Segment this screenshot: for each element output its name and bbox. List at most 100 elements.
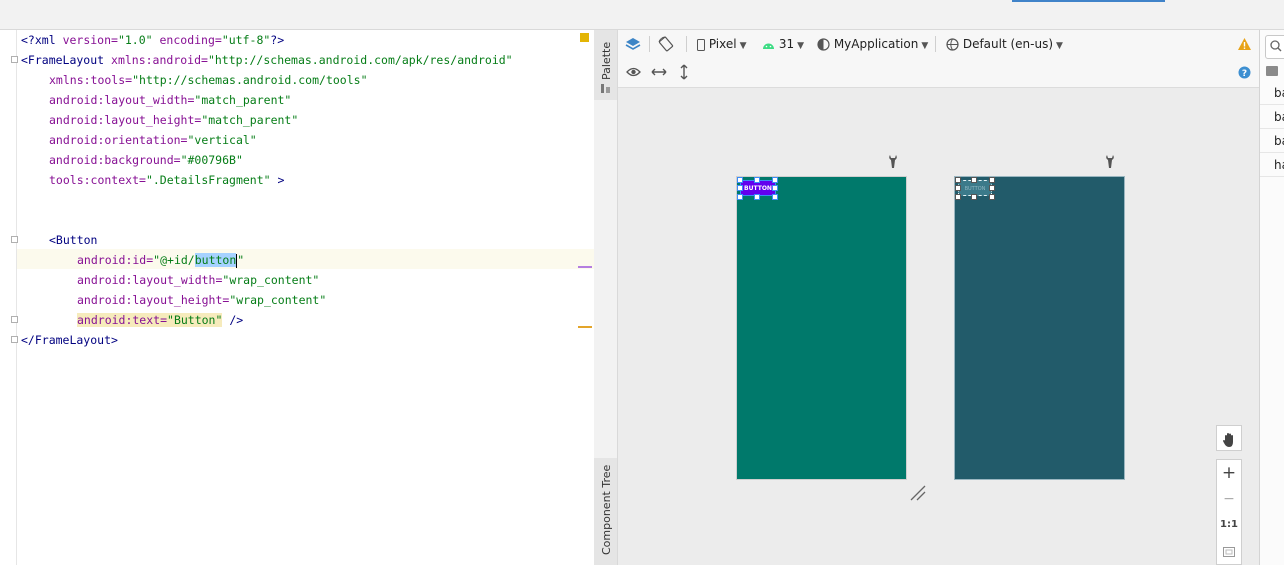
code-token: <? [21,33,35,47]
resize-handle[interactable] [737,177,743,183]
resize-handle[interactable] [772,177,778,183]
top-tab-strip [0,0,1284,30]
zoom-controls: + − 1:1 [1216,459,1242,565]
attributes-panel: ba ba ba ha [1259,30,1284,565]
palette-icon [601,84,610,93]
active-tab-indicator [1012,0,1165,2]
code-token: android:id= [77,253,154,267]
resize-handle[interactable] [989,194,995,200]
device-resize-handle-icon[interactable] [909,484,927,502]
attribute-row[interactable]: ba [1260,130,1284,153]
code-token: "wrap_content" [222,273,320,287]
code-token: "1.0" [117,33,153,47]
fit-screen-icon [1223,546,1235,557]
scrollbar-change-marker[interactable] [578,266,592,268]
editor-gutter [0,30,17,565]
scrollbar-warning-marker[interactable] [578,326,592,328]
help-icon[interactable]: ? [1238,66,1251,79]
resize-handle[interactable] [955,194,961,200]
code-line-15[interactable]: android:text="Button" /> [77,310,243,330]
zoom-actual-size-button[interactable]: 1:1 [1217,512,1241,538]
api-level-selector[interactable]: 31 ▼ [762,30,804,58]
code-token: <FrameLayout [21,53,105,67]
attribute-row[interactable]: ha [1260,154,1284,177]
attribute-row[interactable]: ba [1260,106,1284,129]
code-token: xmlns:android= [104,53,208,67]
code-token: "match_parent" [201,113,299,127]
resize-handle[interactable] [737,185,743,191]
code-line-3[interactable]: xmlns:tools="http://schemas.android.com/… [49,70,368,90]
resize-handle[interactable] [772,194,778,200]
design-surface[interactable]: Pixel ▼ 31 ▼ MyApplication ▼ Default (en-us… [618,30,1259,565]
resize-handle[interactable] [971,177,977,183]
code-token: "Button" [167,313,223,327]
resize-handle[interactable] [772,185,778,191]
tab-component-tree[interactable]: Component Tree [594,458,617,565]
locale-selector[interactable]: Default (en-us) ▼ [946,30,1063,58]
code-line-2[interactable]: <FrameLayout xmlns:android="http://schem… [21,50,513,70]
inspection-status-marker[interactable] [580,33,589,42]
code-line-13[interactable]: android:layout_width="wrap_content" [77,270,319,290]
device-selector[interactable]: Pixel ▼ [697,30,747,58]
resize-handle[interactable] [971,194,977,200]
hand-icon [1223,432,1233,447]
rotate-icon[interactable] [657,36,675,52]
attribute-row[interactable]: ba [1260,82,1284,105]
component-icon [1266,66,1278,76]
fold-marker[interactable] [11,236,18,243]
code-token: /> [222,313,244,327]
resize-handle[interactable] [754,194,760,200]
code-line-12[interactable]: android:id="@+id/button" [77,250,244,270]
code-line-1[interactable]: <?xml version="1.0" encoding="utf-8"?> [21,30,284,50]
phone-icon [697,38,705,51]
tab-component-tree-label: Component Tree [600,464,613,555]
design-preview-screen[interactable] [736,176,907,480]
wrench-icon[interactable] [1105,154,1115,169]
chevron-down-icon: ▼ [739,41,747,51]
fold-marker[interactable] [11,336,18,343]
tab-palette[interactable]: Palette [594,30,617,100]
theme-selector[interactable]: MyApplication ▼ [817,30,928,58]
code-token: > [270,173,285,187]
code-token: "utf-8" [221,33,271,47]
toolbar-separator [649,36,650,52]
fold-marker[interactable] [11,56,18,63]
horizontal-arrows-icon[interactable] [651,66,667,78]
resize-handle[interactable] [955,177,961,183]
vertical-arrows-icon[interactable] [678,64,690,80]
resize-handle[interactable] [989,185,995,191]
zoom-in-button[interactable]: + [1217,460,1241,486]
warning-icon[interactable] [1237,37,1252,51]
code-token: "vertical" [187,133,257,147]
chevron-down-icon: ▼ [797,41,805,51]
resize-handle[interactable] [955,185,961,191]
search-input[interactable] [1265,35,1284,59]
zoom-to-fit-button[interactable] [1217,538,1241,564]
resize-handle[interactable] [754,177,760,183]
view-options-toolbar: ? [618,58,1259,88]
blueprint-preview-screen[interactable] [954,176,1125,480]
code-line-4[interactable]: android:layout_width="match_parent" [49,90,291,110]
code-line-14[interactable]: android:layout_height="wrap_content" [77,290,326,310]
code-line-5[interactable]: android:layout_height="match_parent" [49,110,298,130]
code-token: android:layout_width= [49,93,195,107]
resize-handle[interactable] [737,194,743,200]
wrench-icon[interactable] [888,154,898,169]
design-side-tabs: Palette Component Tree [594,30,618,565]
resize-handle[interactable] [989,177,995,183]
layers-icon[interactable] [625,36,641,52]
theme-label: MyApplication [833,37,919,51]
code-token: "@+id/ [153,253,195,267]
fold-marker[interactable] [11,316,18,323]
zoom-out-button[interactable]: − [1217,486,1241,512]
pan-button[interactable] [1216,425,1242,451]
selected-text: button [194,253,237,267]
code-line-11[interactable]: <Button [49,230,97,250]
code-line-6[interactable]: android:orientation="vertical" [49,130,257,150]
code-line-8[interactable]: tools:context=".DetailsFragment" > [49,170,284,190]
code-line-16[interactable]: </FrameLayout> [21,330,118,350]
code-line-7[interactable]: android:background="#00796B" [49,150,243,170]
xml-code-editor[interactable]: <?xml version="1.0" encoding="utf-8"?> <… [0,30,594,565]
code-token: ".DetailsFragment" [145,173,271,187]
eye-icon[interactable] [626,66,641,78]
